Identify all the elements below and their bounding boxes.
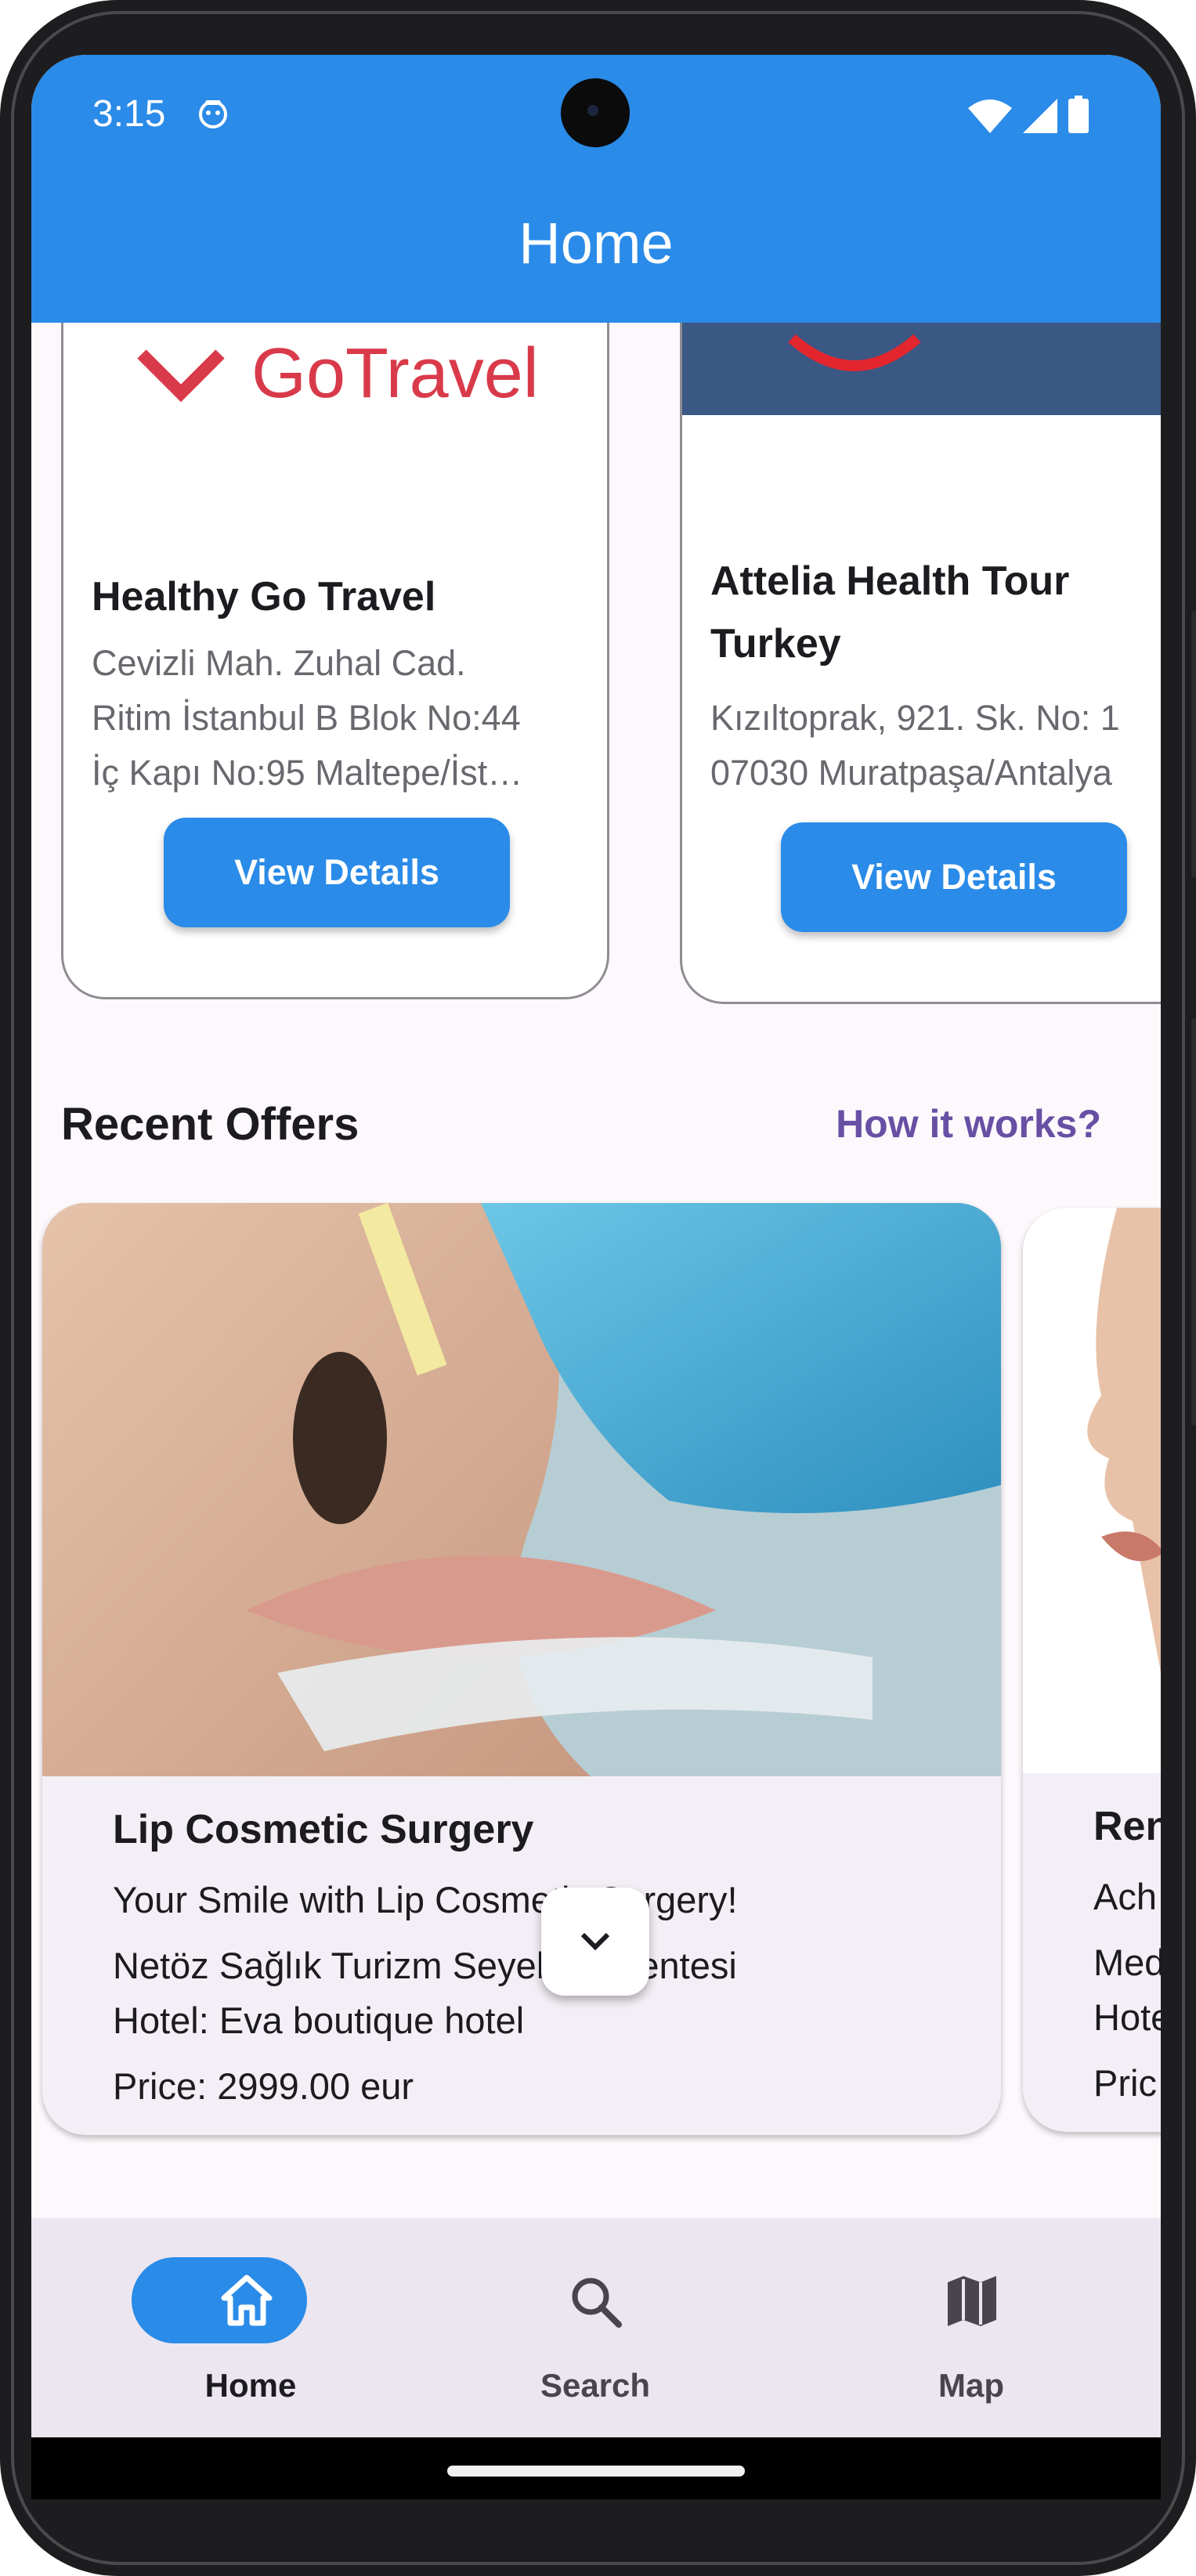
offer-title: Ren	[1093, 1804, 1161, 1849]
volume-button	[1191, 611, 1196, 877]
gesture-bar[interactable]	[447, 2466, 745, 2477]
view-details-button[interactable]: View Details	[164, 818, 510, 927]
offer-hotel: Hotel: Eva boutique hotel	[113, 2000, 525, 2041]
offer-hotel: Hote	[1093, 1996, 1161, 2038]
nav-item-home[interactable]: Home	[94, 2218, 407, 2437]
bottom-navigation: Home Search Map	[31, 2218, 1161, 2437]
nav-label-search: Search	[540, 2367, 651, 2404]
front-camera	[561, 78, 630, 147]
offer-title: Lip Cosmetic Surgery	[113, 1807, 534, 1852]
status-time: 3:15	[92, 93, 166, 135]
agency-card[interactable]: GoTravel Healthy Go Travel Cevizli Mah. …	[61, 323, 609, 999]
offer-image	[42, 1203, 1001, 1776]
debug-icon	[199, 100, 227, 128]
offer-card[interactable]: Lip Cosmetic Surgery Your Smile with Lip…	[42, 1203, 1001, 2135]
nav-item-search[interactable]: Search	[439, 2218, 752, 2437]
phone-frame: 3:15 Home GoTravel Healthy Go Travel Cev…	[0, 0, 1196, 2576]
agency-address-line: İç Kapı No:95 Maltepe/İst…	[92, 753, 523, 793]
agency-name: Attelia Health Tour	[710, 558, 1070, 604]
offer-subtitle: Ach	[1093, 1876, 1157, 1917]
nav-label-map: Map	[938, 2367, 1004, 2404]
agency-logo	[682, 323, 1161, 415]
gotravel-logo: GoTravel	[137, 334, 539, 413]
agency-name: Healthy Go Travel	[92, 574, 436, 620]
nav-label-home: Home	[204, 2367, 297, 2404]
agency-name: Turkey	[710, 621, 841, 667]
offer-image	[1023, 1208, 1161, 1773]
search-icon	[572, 2278, 622, 2328]
attelia-logo	[788, 334, 921, 371]
agency-address-line: Ritim İstanbul B Blok No:44	[92, 698, 521, 738]
agency-logo: GoTravel	[63, 323, 607, 432]
status-icons	[968, 96, 1089, 133]
battery-icon	[1068, 96, 1089, 133]
page-title: Home	[519, 211, 674, 276]
map-icon	[948, 2276, 996, 2326]
offer-card[interactable]: Ren Ach Med Hote Pric	[1023, 1208, 1161, 2132]
expand-button[interactable]	[541, 1888, 649, 1996]
screen: 3:15 Home GoTravel Healthy Go Travel Cev…	[31, 55, 1161, 2499]
home-content[interactable]: GoTravel Healthy Go Travel Cevizli Mah. …	[31, 323, 1161, 2273]
signal-icon	[1023, 99, 1057, 133]
nav-item-map[interactable]: Map	[815, 2218, 1128, 2437]
recent-offers-title: Recent Offers	[61, 1099, 360, 1150]
logo-text: GoTravel	[251, 334, 539, 413]
offer-price: Pric	[1093, 2062, 1157, 2104]
wifi-icon	[968, 99, 1012, 133]
agency-card[interactable]: Attelia Health Tour Turkey Kızıltoprak, …	[680, 323, 1161, 1004]
agency-address-line: 07030 Muratpaşa/Antalya	[710, 753, 1112, 793]
home-icon	[221, 2274, 273, 2326]
chevron-down-icon	[580, 1932, 610, 1951]
view-details-button[interactable]: View Details	[781, 822, 1127, 932]
power-button	[1191, 1018, 1196, 1425]
how-it-works-link[interactable]: How it works?	[836, 1101, 1101, 1147]
app-bar: 3:15 Home	[31, 55, 1161, 323]
agency-address-line: Kızıltoprak, 921. Sk. No: 1	[710, 698, 1120, 738]
offer-agency: Med	[1093, 1942, 1161, 1983]
offer-price: Price: 2999.00 eur	[113, 2065, 414, 2107]
gesture-area	[31, 2437, 1161, 2499]
agency-address-line: Cevizli Mah. Zuhal Cad.	[92, 643, 466, 683]
